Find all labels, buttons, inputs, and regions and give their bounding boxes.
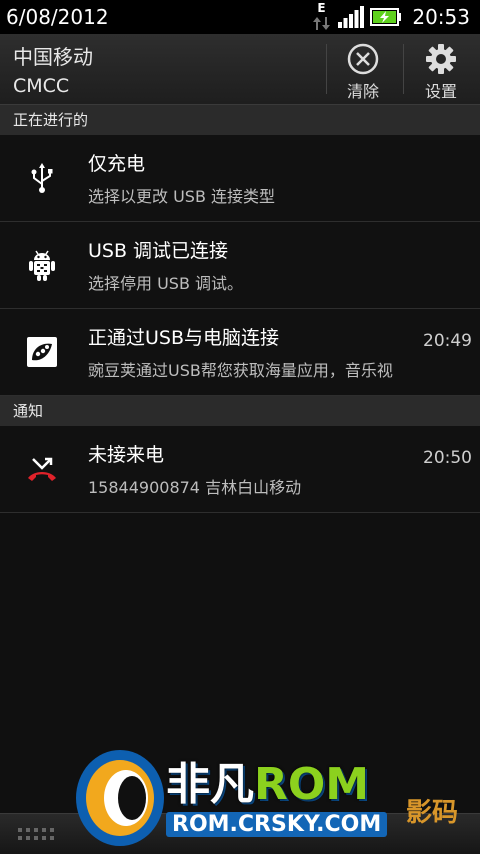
- status-bar: 6/08/2012 E 20:53: [0, 0, 480, 34]
- android-debug-icon: [29, 250, 55, 281]
- notification-time: 20:49: [423, 331, 472, 351]
- status-date: 6/08/2012: [6, 5, 109, 29]
- settings-button[interactable]: 设置: [405, 34, 477, 104]
- battery-charging-icon: [370, 8, 402, 26]
- watermark-logo-icon: [76, 750, 164, 846]
- watermark: 非凡ROM ROM.CRSKY.COM 影码: [66, 742, 480, 850]
- settings-label: 设置: [424, 82, 457, 101]
- grip-icon: [18, 828, 54, 840]
- notification-usb-charging[interactable]: 仅充电 选择以更改 USB 连接类型: [0, 135, 480, 222]
- notification-title: 正通过USB与电脑连接: [88, 327, 280, 349]
- gear-icon: [426, 44, 456, 74]
- watermark-url: ROM.CRSKY.COM: [166, 812, 388, 837]
- signal-icon: [338, 6, 365, 28]
- watermark-brand-part1: 非凡: [166, 759, 254, 810]
- watermark-brand-part2: ROM: [254, 759, 370, 810]
- notification-missed-call[interactable]: 未接来电 20:50 15844900874 吉林白山移动: [0, 426, 480, 513]
- notification-subtitle: 15844900874 吉林白山移动: [88, 478, 302, 497]
- network-type: E: [317, 1, 326, 15]
- notification-subtitle: 豌豆荚通过USB帮您获取海量应用，音乐视: [88, 361, 393, 380]
- carrier-name: 中国移动: [13, 45, 93, 69]
- notification-usb-debugging[interactable]: USB 调试已连接 选择停用 USB 调试。: [0, 222, 480, 309]
- data-arrows-icon: E: [312, 1, 332, 32]
- notification-title: 未接来电: [88, 444, 165, 466]
- clear-label: 清除: [346, 82, 379, 101]
- notification-subtitle: 选择以更改 USB 连接类型: [88, 187, 276, 206]
- status-right: E 20:53: [312, 1, 470, 32]
- watermark-brand: 非凡ROM: [166, 748, 369, 812]
- clear-icon: [347, 43, 379, 75]
- notification-title: USB 调试已连接: [88, 240, 229, 262]
- status-time: 20:53: [412, 5, 470, 29]
- section-ongoing: 正在进行的: [0, 105, 480, 135]
- usb-icon: [31, 163, 53, 193]
- notification-wandoujia[interactable]: 正通过USB与电脑连接 20:49 豌豆荚通过USB帮您获取海量应用，音乐视: [0, 309, 480, 396]
- notification-header: 中国移动 CMCC 清除 设置: [0, 34, 480, 105]
- clear-button[interactable]: 清除: [327, 34, 399, 104]
- missed-call-icon: [28, 457, 56, 481]
- carrier-code: CMCC: [13, 75, 70, 97]
- divider: [403, 44, 404, 94]
- section-notifications: 通知: [0, 396, 480, 426]
- notification-subtitle: 选择停用 USB 调试。: [88, 274, 244, 293]
- watermark-side-text: 影码: [406, 798, 459, 828]
- notification-title: 仅充电: [88, 153, 146, 175]
- notification-time: 20:50: [423, 448, 472, 468]
- wandoujia-icon: [27, 337, 57, 367]
